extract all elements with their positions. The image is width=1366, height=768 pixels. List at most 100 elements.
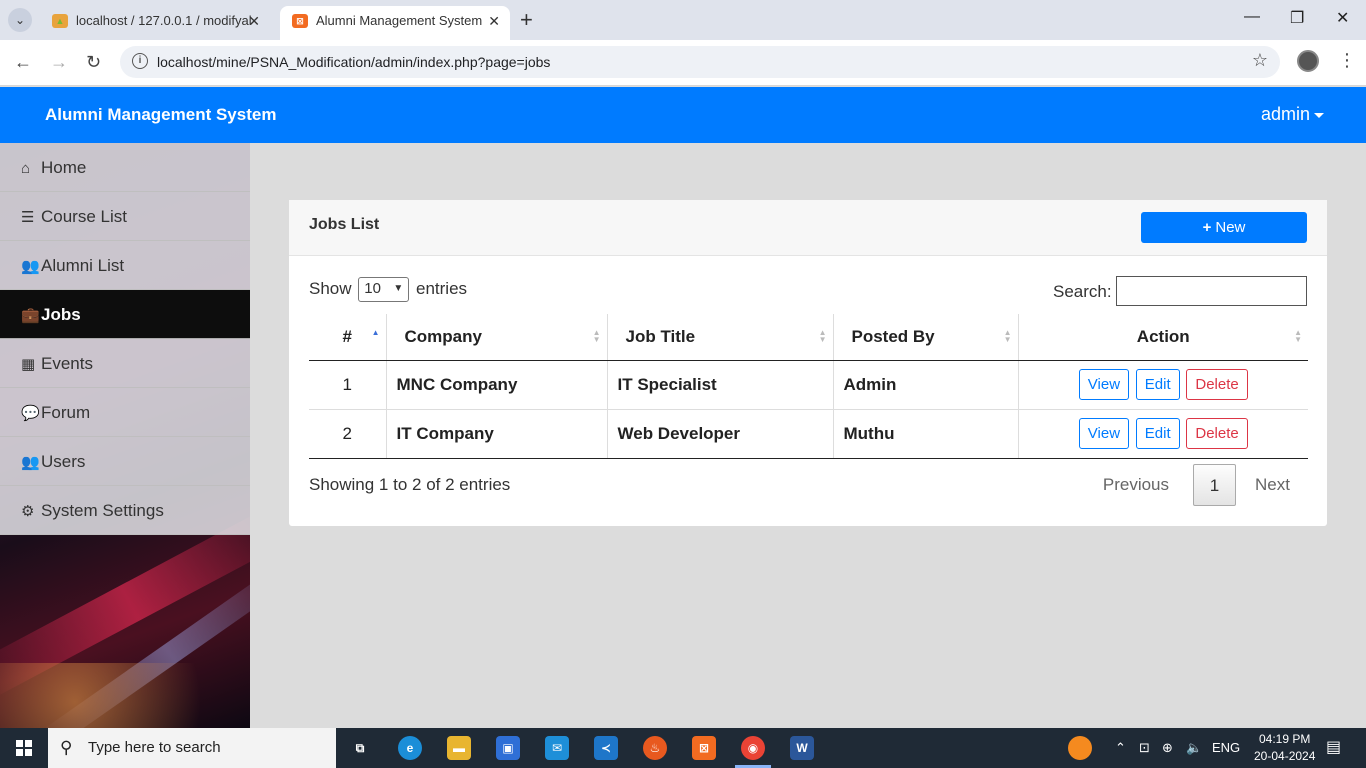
volume-muted-icon[interactable]: 🔈	[1186, 728, 1202, 768]
column-header-number[interactable]: # ▲	[309, 314, 386, 361]
column-label: Posted By	[851, 326, 935, 346]
search-input[interactable]	[1116, 276, 1307, 306]
notifications-icon[interactable]: ▤	[1326, 728, 1341, 768]
admin-dropdown[interactable]: admin	[1261, 104, 1310, 125]
new-button-label: New	[1215, 219, 1246, 236]
chevron-up-icon[interactable]: ⌃	[1115, 728, 1126, 768]
posted-by-cell: Muthu	[832, 409, 1018, 459]
store-icon[interactable]: ▣	[496, 736, 520, 760]
edit-button[interactable]: Edit	[1135, 369, 1180, 400]
chrome-icon[interactable]: ◉	[741, 736, 765, 760]
language-indicator[interactable]: ENG	[1212, 728, 1240, 768]
weather-icon[interactable]	[1068, 736, 1092, 760]
new-job-button[interactable]: + New	[1141, 212, 1307, 243]
sidebar-item-home[interactable]: ⌂ Home	[0, 143, 250, 192]
profile-avatar[interactable]	[1297, 50, 1319, 72]
word-icon[interactable]: W	[790, 736, 814, 760]
delete-button[interactable]: Delete	[1186, 418, 1248, 449]
jobs-card: Jobs List + New Show 10 ▼ entries Search: …	[289, 200, 1327, 526]
sidebar-item-users[interactable]: 👥Users	[0, 437, 250, 486]
delete-button[interactable]: Delete	[1186, 369, 1248, 400]
network-globe-icon[interactable]: ⊕	[1162, 728, 1173, 768]
comments-icon: 💬	[21, 405, 40, 422]
posted-by-cell: Admin	[832, 360, 1018, 410]
column-header-job-title[interactable]: Job Title ▲ ▼	[606, 314, 833, 361]
windows-start-icon[interactable]	[16, 740, 32, 756]
clock-time: 04:19 PM	[1259, 732, 1311, 746]
app-title: Alumni Management System	[45, 105, 277, 124]
task-view-icon[interactable]: ⧉	[348, 736, 372, 760]
cogs-icon: ⚙	[21, 503, 35, 520]
page-1-button[interactable]: 1	[1193, 464, 1236, 506]
mail-icon[interactable]: ✉	[545, 736, 569, 760]
edit-button[interactable]: Edit	[1135, 418, 1180, 449]
sidebar-item-label: Forum	[41, 403, 91, 422]
sidebar-item-course-list[interactable]: ☰ Course List	[0, 192, 250, 241]
close-window-button[interactable]: ✕	[1336, 8, 1349, 28]
column-label: Job Title	[625, 326, 696, 346]
chevron-down-icon: ▼	[393, 283, 404, 294]
reload-button[interactable]: ↻	[86, 52, 101, 73]
sidebar-item-label: System Settings	[41, 501, 164, 520]
jobs-table: # ▲ Company ▲ ▼ Job Title ▲ ▼ Posted By ▲ ▼…	[309, 314, 1308, 459]
tab-phpmyadmin[interactable]: ▲ localhost / 127.0.0.1 / modifyal ✕	[40, 6, 270, 36]
taskbar-search-box[interactable]: ⚲ Type here to search	[48, 728, 336, 768]
browser-menu-icon[interactable]: ⋮	[1338, 50, 1356, 71]
row-number: 2	[309, 409, 386, 459]
xampp-icon[interactable]: ⊠	[692, 736, 716, 760]
sidebar-item-label: Home	[41, 158, 87, 177]
entries-label: entries	[416, 278, 468, 298]
device-icon[interactable]: ⊡	[1139, 728, 1150, 768]
bookmark-star-icon[interactable]: ☆	[1252, 50, 1268, 71]
entries-length-control: Show 10 ▼ entries	[309, 277, 467, 302]
url-input[interactable]: i localhost/mine/PSNA_Modification/admin…	[120, 46, 1280, 78]
file-explorer-icon[interactable]: ▬	[447, 736, 471, 760]
minimize-button[interactable]: —	[1244, 8, 1260, 26]
sidebar-item-label: Events	[41, 354, 93, 373]
sidebar-item-alumni-list[interactable]: 👥Alumni List	[0, 241, 250, 290]
restore-button[interactable]: ❐	[1290, 8, 1304, 28]
sort-icon: ▲	[371, 328, 380, 337]
tab-label: Alumni Management System	[316, 13, 483, 28]
url-text: localhost/mine/PSNA_Modification/admin/i…	[157, 54, 551, 70]
caret-down-icon[interactable]	[1314, 113, 1324, 118]
clock-date: 20-04-2024	[1254, 749, 1316, 763]
column-label: #	[342, 326, 352, 346]
previous-page-button[interactable]: Previous	[1103, 464, 1169, 506]
users-icon: 👥	[21, 454, 40, 471]
sidebar: ⌂ Home ☰ Course List 👥Alumni List 💼Jobs ▦ E…	[0, 143, 250, 728]
system-clock[interactable]: 04:19 PM 20-04-2024	[1254, 731, 1315, 765]
edge-icon[interactable]: e	[398, 736, 422, 760]
next-page-button[interactable]: Next	[1255, 464, 1290, 506]
entries-select[interactable]: 10 ▼	[358, 277, 410, 302]
card-title: Jobs List	[309, 216, 380, 233]
close-icon[interactable]: ✕	[488, 6, 500, 36]
forward-button[interactable]: →	[50, 52, 68, 73]
sublime-flame-icon[interactable]: ♨	[643, 736, 667, 760]
table-row: 2 IT Company Web Developer Muthu View Ed…	[309, 409, 1308, 459]
view-button[interactable]: View	[1078, 369, 1130, 400]
sort-icon: ▲ ▼	[1294, 328, 1302, 344]
search-label: Search:	[1053, 282, 1112, 301]
new-tab-button[interactable]: +	[520, 8, 533, 32]
vscode-icon[interactable]: ≺	[594, 736, 618, 760]
column-header-action[interactable]: Action ▲ ▼	[1017, 314, 1308, 361]
sidebar-item-system-settings[interactable]: ⚙ System Settings	[0, 486, 250, 535]
sidebar-item-events[interactable]: ▦ Events	[0, 339, 250, 388]
view-button[interactable]: View	[1078, 418, 1130, 449]
column-header-posted-by[interactable]: Posted By ▲ ▼	[832, 314, 1018, 361]
column-header-company[interactable]: Company ▲ ▼	[385, 314, 607, 361]
card-header: Jobs List + New	[289, 200, 1327, 256]
close-icon[interactable]: ✕	[248, 6, 260, 36]
app-header: Alumni Management System admin	[0, 87, 1366, 143]
back-button[interactable]: ←	[14, 52, 32, 73]
sort-icon: ▲ ▼	[592, 328, 601, 344]
briefcase-icon: 💼	[21, 307, 40, 324]
sidebar-item-jobs[interactable]: 💼Jobs	[0, 290, 250, 339]
site-info-icon[interactable]: i	[132, 53, 148, 69]
tab-alumni-management[interactable]: ⊠ Alumni Management System ✕	[280, 6, 510, 40]
column-label: Action	[1136, 326, 1190, 346]
tab-search-button[interactable]: ⌄	[8, 8, 32, 32]
entries-select-value: 10	[364, 280, 381, 297]
sidebar-item-forum[interactable]: 💬Forum	[0, 388, 250, 437]
